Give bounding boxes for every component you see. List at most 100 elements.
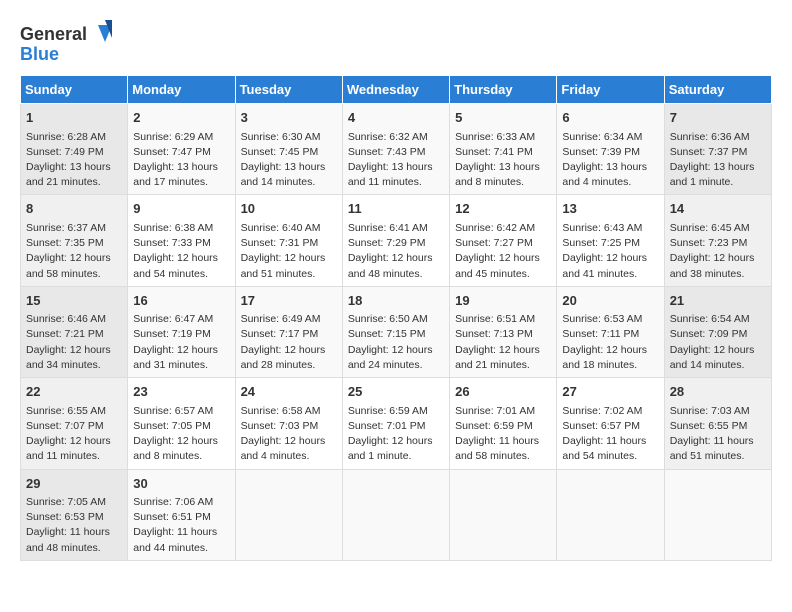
day-number: 9 xyxy=(133,199,229,219)
weekday-header-friday: Friday xyxy=(557,76,664,104)
calendar-cell: 11Sunrise: 6:41 AMSunset: 7:29 PMDayligh… xyxy=(342,195,449,286)
sunset-time: Sunset: 7:23 PM xyxy=(670,237,748,249)
day-number: 12 xyxy=(455,199,551,219)
sunset-time: Sunset: 7:43 PM xyxy=(348,146,426,158)
day-info: Sunrise: 6:32 AMSunset: 7:43 PMDaylight:… xyxy=(348,130,444,191)
sunrise-time: Sunrise: 6:40 AM xyxy=(241,222,321,234)
daylight-label: Daylight: 12 hours and 8 minutes. xyxy=(133,435,218,462)
logo: GeneralBlue xyxy=(20,20,120,65)
sunrise-time: Sunrise: 6:47 AM xyxy=(133,313,213,325)
calendar-cell: 4Sunrise: 6:32 AMSunset: 7:43 PMDaylight… xyxy=(342,104,449,195)
sunset-time: Sunset: 7:19 PM xyxy=(133,328,211,340)
calendar-week-row: 15 Sunrise: 6:46 AM Sunset: 7:21 PM Dayligh… xyxy=(21,286,772,377)
daylight-label: Daylight: 12 hours and 24 minutes. xyxy=(348,344,433,371)
day-info: Sunrise: 6:40 AMSunset: 7:31 PMDaylight:… xyxy=(241,221,337,282)
day-number: 1 xyxy=(26,108,122,128)
daylight-label: Daylight: 13 hours and 8 minutes. xyxy=(455,161,540,188)
daylight-label: Daylight: 12 hours and 11 minutes. xyxy=(26,435,111,462)
day-info: Sunrise: 6:36 AMSunset: 7:37 PMDaylight:… xyxy=(670,130,766,191)
calendar-cell xyxy=(235,469,342,560)
daylight-label: Daylight: 12 hours and 41 minutes. xyxy=(562,252,647,279)
calendar-cell: 6Sunrise: 6:34 AMSunset: 7:39 PMDaylight… xyxy=(557,104,664,195)
daylight-label: Daylight: 12 hours and 28 minutes. xyxy=(241,344,326,371)
sunrise-time: Sunrise: 6:42 AM xyxy=(455,222,535,234)
calendar-cell: 15 Sunrise: 6:46 AM Sunset: 7:21 PM Dayligh… xyxy=(21,286,128,377)
sunrise-time: Sunrise: 7:01 AM xyxy=(455,405,535,417)
day-number: 20 xyxy=(562,291,658,311)
sunrise-time: Sunrise: 6:36 AM xyxy=(670,131,750,143)
day-number: 24 xyxy=(241,382,337,402)
sunset-time: Sunset: 7:25 PM xyxy=(562,237,640,249)
daylight-label: Daylight: 12 hours and 21 minutes. xyxy=(455,344,540,371)
sunrise-time: Sunrise: 6:46 AM xyxy=(26,313,106,325)
day-info: Sunrise: 7:06 AMSunset: 6:51 PMDaylight:… xyxy=(133,495,229,556)
sunrise-time: Sunrise: 6:33 AM xyxy=(455,131,535,143)
calendar-cell: 12 Sunrise: 6:42 AM Sunset: 7:27 PM Dayligh… xyxy=(450,195,557,286)
sunrise-time: Sunrise: 6:57 AM xyxy=(133,405,213,417)
sunrise-time: Sunrise: 6:58 AM xyxy=(241,405,321,417)
sunrise-time: Sunrise: 6:32 AM xyxy=(348,131,428,143)
daylight-label: Daylight: 13 hours and 17 minutes. xyxy=(133,161,218,188)
sunrise-time: Sunrise: 6:37 AM xyxy=(26,222,106,234)
day-number: 15 xyxy=(26,291,122,311)
weekday-header-wednesday: Wednesday xyxy=(342,76,449,104)
day-info: Sunrise: 6:37 AMSunset: 7:35 PMDaylight:… xyxy=(26,221,122,282)
sunset-time: Sunset: 7:17 PM xyxy=(241,328,319,340)
sunset-time: Sunset: 7:29 PM xyxy=(348,237,426,249)
daylight-label: Daylight: 13 hours and 14 minutes. xyxy=(241,161,326,188)
daylight-label: Daylight: 13 hours and 1 minute. xyxy=(670,161,755,188)
sunset-time: Sunset: 6:55 PM xyxy=(670,420,748,432)
day-number: 5 xyxy=(455,108,551,128)
svg-text:Blue: Blue xyxy=(20,44,59,64)
day-info: Sunrise: 6:51 AMSunset: 7:13 PMDaylight:… xyxy=(455,312,551,373)
day-info: Sunrise: 6:30 AMSunset: 7:45 PMDaylight:… xyxy=(241,130,337,191)
sunset-time: Sunset: 7:41 PM xyxy=(455,146,533,158)
calendar-cell: 17Sunrise: 6:49 AMSunset: 7:17 PMDayligh… xyxy=(235,286,342,377)
sunrise-time: Sunrise: 6:43 AM xyxy=(562,222,642,234)
sunset-time: Sunset: 7:33 PM xyxy=(133,237,211,249)
day-info: Sunrise: 6:42 AM Sunset: 7:27 PM Daylight:… xyxy=(455,221,551,282)
sunrise-time: Sunrise: 6:50 AM xyxy=(348,313,428,325)
calendar-cell xyxy=(342,469,449,560)
day-number: 10 xyxy=(241,199,337,219)
day-number: 14 xyxy=(670,199,766,219)
day-info: Sunrise: 6:47 AMSunset: 7:19 PMDaylight:… xyxy=(133,312,229,373)
day-number: 19 xyxy=(455,291,551,311)
calendar-cell: 16Sunrise: 6:47 AMSunset: 7:19 PMDayligh… xyxy=(128,286,235,377)
sunset-time: Sunset: 7:27 PM xyxy=(455,237,533,249)
daylight-label: Daylight: 12 hours and 45 minutes. xyxy=(455,252,540,279)
sunrise-time: Sunrise: 6:41 AM xyxy=(348,222,428,234)
daylight-label: Daylight: 12 hours and 58 minutes. xyxy=(26,252,111,279)
page-header: GeneralBlue xyxy=(20,20,772,65)
day-number: 28 xyxy=(670,382,766,402)
day-number: 29 xyxy=(26,474,122,494)
calendar-cell: 18Sunrise: 6:50 AMSunset: 7:15 PMDayligh… xyxy=(342,286,449,377)
sunrise-time: Sunrise: 6:54 AM xyxy=(670,313,750,325)
calendar-cell: 2Sunrise: 6:29 AMSunset: 7:47 PMDaylight… xyxy=(128,104,235,195)
sunset-time: Sunset: 7:21 PM xyxy=(26,328,104,340)
calendar-cell: 27Sunrise: 7:02 AMSunset: 6:57 PMDayligh… xyxy=(557,378,664,469)
day-info: Sunrise: 6:46 AM Sunset: 7:21 PM Daylight:… xyxy=(26,312,122,373)
sunset-time: Sunset: 7:31 PM xyxy=(241,237,319,249)
calendar-cell: 23Sunrise: 6:57 AMSunset: 7:05 PMDayligh… xyxy=(128,378,235,469)
day-info: Sunrise: 6:53 AMSunset: 7:11 PMDaylight:… xyxy=(562,312,658,373)
calendar-header: SundayMondayTuesdayWednesdayThursdayFrid… xyxy=(21,76,772,104)
calendar-cell: 20Sunrise: 6:53 AMSunset: 7:11 PMDayligh… xyxy=(557,286,664,377)
sunset-time: Sunset: 6:59 PM xyxy=(455,420,533,432)
sunrise-time: Sunrise: 6:34 AM xyxy=(562,131,642,143)
day-info: Sunrise: 6:34 AMSunset: 7:39 PMDaylight:… xyxy=(562,130,658,191)
day-number: 27 xyxy=(562,382,658,402)
daylight-label: Daylight: 11 hours and 44 minutes. xyxy=(133,526,217,553)
sunrise-time: Sunrise: 6:49 AM xyxy=(241,313,321,325)
weekday-header-tuesday: Tuesday xyxy=(235,76,342,104)
weekday-header-monday: Monday xyxy=(128,76,235,104)
calendar-cell: 28Sunrise: 7:03 AMSunset: 6:55 PMDayligh… xyxy=(664,378,771,469)
day-number: 30 xyxy=(133,474,229,494)
calendar-body: 1Sunrise: 6:28 AMSunset: 7:49 PMDaylight… xyxy=(21,104,772,561)
day-number: 11 xyxy=(348,199,444,219)
sunset-time: Sunset: 7:45 PM xyxy=(241,146,319,158)
daylight-label: Daylight: 12 hours and 34 minutes. xyxy=(26,344,111,371)
calendar-cell: 24Sunrise: 6:58 AMSunset: 7:03 PMDayligh… xyxy=(235,378,342,469)
day-info: Sunrise: 7:02 AMSunset: 6:57 PMDaylight:… xyxy=(562,404,658,465)
sunset-time: Sunset: 7:47 PM xyxy=(133,146,211,158)
